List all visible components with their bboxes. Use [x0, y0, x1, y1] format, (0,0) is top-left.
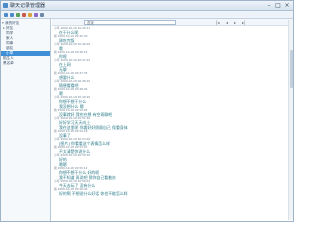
close-button[interactable]: ×	[283, 2, 291, 9]
tree-item-label: 家人	[6, 36, 14, 40]
app-icon	[3, 3, 8, 8]
vertical-scrollbar[interactable]	[288, 20, 293, 220]
import-icon[interactable]	[34, 13, 38, 17]
last-page-button[interactable]: ▸|	[242, 20, 245, 25]
title-bar: 聊天记录管理器 – □ ×	[1, 1, 293, 11]
contact-tree: ▾我的好友 ▸好友 同学 家人 同事 朋友 小草 陌生人 黑名单	[1, 19, 51, 221]
search-input[interactable]: 查找	[84, 20, 176, 25]
prev-page-button[interactable]: ◂	[226, 20, 228, 25]
delete-icon[interactable]	[22, 13, 26, 17]
first-page-button[interactable]: |◂	[216, 20, 219, 25]
next-page-button[interactable]: ▸	[234, 20, 236, 25]
chat-history-window: 聊天记录管理器 – □ × ▾我的好友 ▸好友 同学 家人 同事 朋友 小草 陌…	[0, 0, 294, 222]
search-icon[interactable]	[40, 13, 44, 17]
export-icon[interactable]	[28, 13, 32, 17]
refresh-icon[interactable]	[16, 13, 20, 17]
scroll-thumb[interactable]	[290, 50, 293, 88]
forward-icon[interactable]	[10, 13, 14, 17]
tree-item-label: 朋友	[6, 46, 14, 50]
tree-item-label: 陌生人	[3, 56, 14, 60]
back-icon[interactable]	[4, 13, 8, 17]
tree-item-label: 我的好友	[5, 21, 20, 25]
tree-item-label: 黑名单	[3, 61, 14, 65]
message-text: 好的啊 不想说什么好话 你也不能怎么样	[59, 191, 128, 196]
tree-item-label: 同事	[6, 41, 14, 45]
search-bar: 查找 |◂ ◂ ▸ ▸|	[52, 19, 293, 26]
tree-item-label: 好友	[6, 26, 14, 30]
window-title: 聊天记录管理器	[10, 3, 46, 9]
message-pane: 查找 |◂ ◂ ▸ ▸| 小草 2009-10-18 20:45:11 在干什么呢…	[52, 19, 293, 221]
tree-item-label: 小草	[6, 51, 14, 55]
toolbar	[1, 11, 293, 19]
maximize-button[interactable]: □	[274, 2, 282, 9]
minimize-button[interactable]: –	[265, 2, 273, 9]
tree-item-blacklist[interactable]: 黑名单	[1, 61, 50, 66]
tree-item-label: 同学	[6, 31, 14, 35]
